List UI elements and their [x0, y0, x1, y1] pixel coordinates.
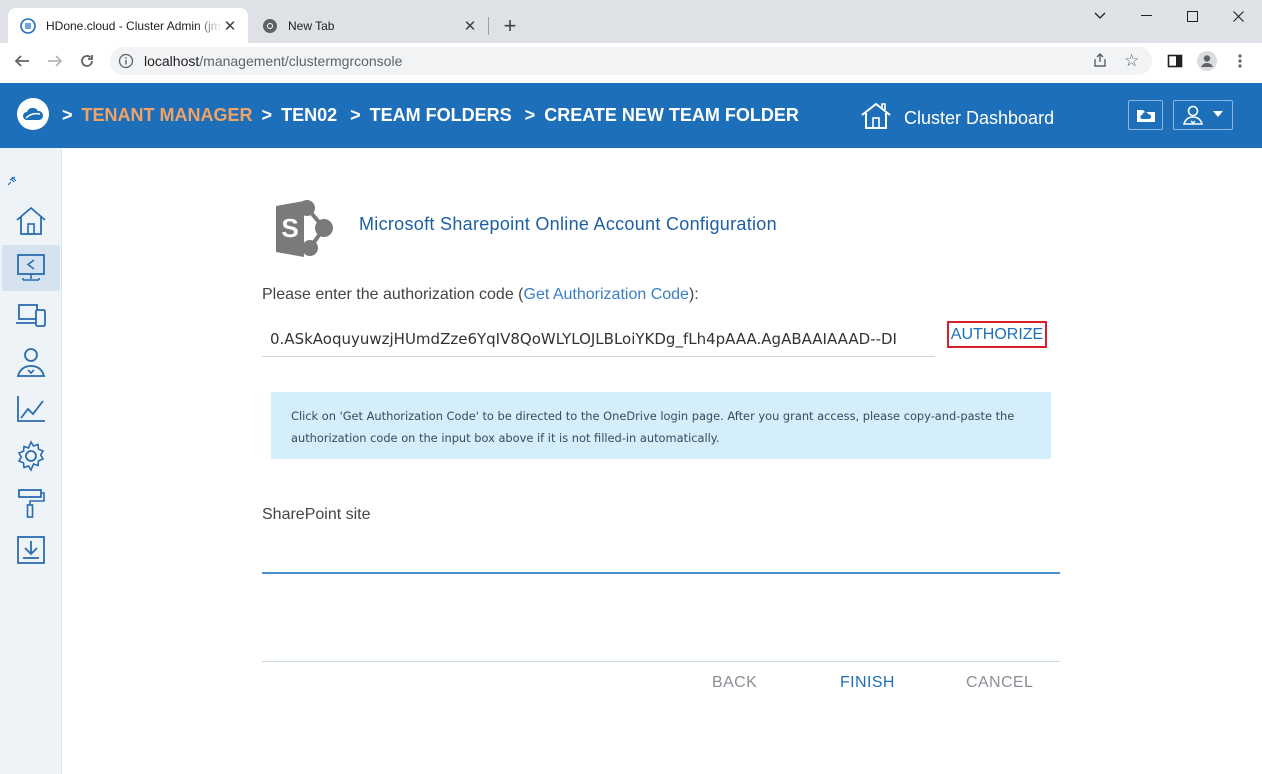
breadcrumb-team-folders[interactable]: TEAM FOLDERS: [370, 105, 512, 125]
sharepoint-site-input[interactable]: [262, 534, 1060, 574]
pin-sidebar-icon[interactable]: [6, 175, 18, 190]
forward-arrow-icon[interactable]: [41, 47, 69, 75]
tenant-share-icon: [17, 254, 45, 281]
sidebar: [0, 148, 62, 774]
site-favicon-icon: [20, 17, 36, 34]
page-title: Microsoft Sharepoint Online Account Conf…: [359, 214, 777, 234]
tab-divider: [488, 17, 489, 35]
info-message: Click on 'Get Authorization Code' to be …: [271, 392, 1051, 459]
chrome-icon: [262, 18, 278, 34]
share-icon[interactable]: [1092, 52, 1108, 73]
sharepoint-logo-icon: S: [274, 198, 338, 265]
home-icon: [16, 206, 46, 235]
address-bar[interactable]: localhost/management/clustermgrconsole ☆: [110, 47, 1152, 75]
browser-tab-newtab[interactable]: New Tab ✕: [250, 8, 488, 43]
user-dropdown-icon: [1182, 105, 1223, 125]
cancel-button[interactable]: CANCEL: [966, 674, 1033, 692]
sidebar-item-settings[interactable]: [2, 433, 60, 479]
svg-text:S: S: [281, 213, 298, 243]
tab-title: HDone.cloud - Cluster Admin (jm: [46, 18, 221, 33]
cluster-dashboard-label: Cluster Dashboard: [904, 108, 1055, 128]
gear-icon: [17, 440, 45, 472]
maximize-icon[interactable]: [1169, 0, 1215, 32]
sidebar-item-reports[interactable]: [2, 386, 60, 432]
new-tab-icon[interactable]: +: [498, 13, 522, 38]
sidebar-item-devices[interactable]: [2, 292, 60, 338]
chart-icon: [17, 396, 45, 422]
reload-icon[interactable]: [73, 47, 101, 75]
cluster-home-icon: [860, 102, 892, 135]
get-authorization-code-link[interactable]: Get Authorization Code: [524, 286, 689, 303]
tab-title: New Tab: [288, 18, 335, 33]
browser-menu-icon[interactable]: [1226, 47, 1254, 75]
cloud-folder-button[interactable]: [1128, 100, 1163, 130]
devices-icon: [16, 304, 46, 327]
cloud-folder-icon: [1136, 110, 1155, 122]
sharepoint-site-label: SharePoint site: [262, 506, 371, 523]
app-header: > TENANT MANAGER > TEN02 > TEAM FOLDERS …: [0, 83, 1262, 148]
browser-tabstrip: HDone.cloud - Cluster Admin (jm ✕ New Ta…: [0, 0, 1262, 43]
tab-search-chevron-icon[interactable]: [1077, 0, 1123, 32]
sidebar-item-home[interactable]: [2, 198, 60, 244]
auth-code-prompt: Please enter the authorization code (Get…: [262, 286, 699, 303]
breadcrumb-current: CREATE NEW TEAM FOLDER: [544, 105, 799, 125]
profile-avatar-icon[interactable]: [1193, 47, 1221, 75]
authorization-code-input[interactable]: 0.ASkAoquyuwzjHUmdZze6YqIV8QoWLYLOJLBLoi…: [262, 322, 935, 357]
browser-toolbar: localhost/management/clustermgrconsole ☆: [0, 43, 1262, 79]
sidebar-item-tenant-manager[interactable]: [2, 245, 60, 291]
window-close-icon[interactable]: [1215, 0, 1261, 32]
hdone-cloud-logo-icon[interactable]: [17, 98, 49, 130]
browser-tab-hdone[interactable]: HDone.cloud - Cluster Admin (jm ✕: [8, 8, 248, 43]
back-button[interactable]: BACK: [712, 674, 757, 692]
footer-divider: [262, 661, 1060, 662]
users-icon: [16, 348, 46, 377]
breadcrumb: > TENANT MANAGER > TEN02 > TEAM FOLDERS …: [62, 105, 799, 125]
breadcrumb-tenant-manager[interactable]: TENANT MANAGER: [82, 105, 253, 125]
paint-roller-icon: [18, 489, 45, 518]
bookmark-star-icon[interactable]: ☆: [1124, 51, 1139, 71]
user-menu-button[interactable]: [1173, 100, 1233, 130]
sidebar-item-downloads[interactable]: [2, 527, 60, 573]
tab-close-icon[interactable]: ✕: [222, 18, 238, 35]
tab-close-icon[interactable]: ✕: [462, 18, 478, 35]
sidebar-item-users[interactable]: [2, 339, 60, 385]
url-text: localhost/management/clustermgrconsole: [144, 53, 403, 69]
back-arrow-icon[interactable]: [8, 47, 36, 75]
minimize-icon[interactable]: [1123, 0, 1169, 32]
authorize-button[interactable]: AUTHORIZE: [947, 321, 1047, 348]
side-panel-icon[interactable]: [1161, 47, 1189, 75]
site-info-icon[interactable]: [118, 53, 134, 74]
cluster-dashboard-link[interactable]: Cluster Dashboard: [860, 102, 1054, 135]
download-icon: [17, 536, 45, 564]
finish-button[interactable]: FINISH: [840, 674, 895, 692]
breadcrumb-tenant[interactable]: TEN02: [281, 105, 337, 125]
sidebar-item-customization[interactable]: [2, 480, 60, 526]
